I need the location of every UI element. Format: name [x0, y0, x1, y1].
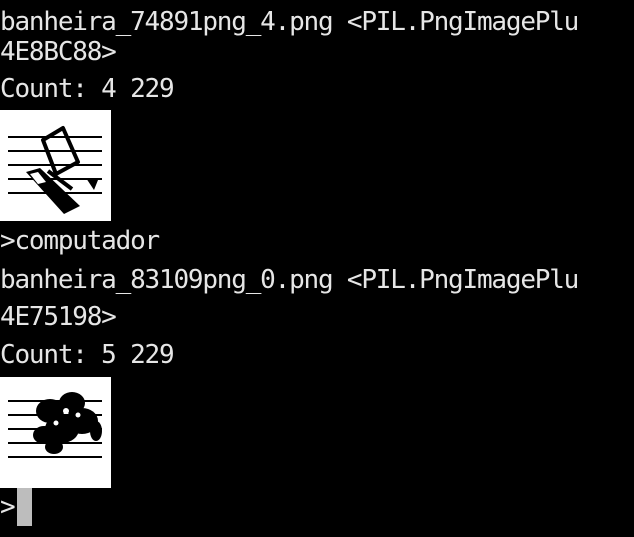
output-count-line: Count: 4 229 — [0, 74, 175, 104]
image-thumbnail — [0, 110, 111, 221]
output-filename-line: banheira_83109png_0.png <PIL.PngImagePlu — [0, 265, 579, 295]
image-thumbnail — [0, 377, 111, 488]
text-cursor[interactable] — [16, 488, 32, 526]
output-address-line: 4E8BC88> — [0, 37, 117, 67]
terminal-window[interactable]: banheira_74891png_4.png <PIL.PngImagePlu… — [0, 0, 634, 537]
command-prompt[interactable]: > — [0, 488, 32, 526]
drawing-on-staff-icon — [8, 126, 102, 214]
answer-input-line: >computador — [0, 226, 160, 256]
output-address-line: 4E75198> — [0, 302, 117, 332]
drawing-on-staff-icon — [8, 392, 102, 458]
prompt-symbol: > — [0, 492, 16, 522]
output-count-line: Count: 5 229 — [0, 340, 175, 370]
